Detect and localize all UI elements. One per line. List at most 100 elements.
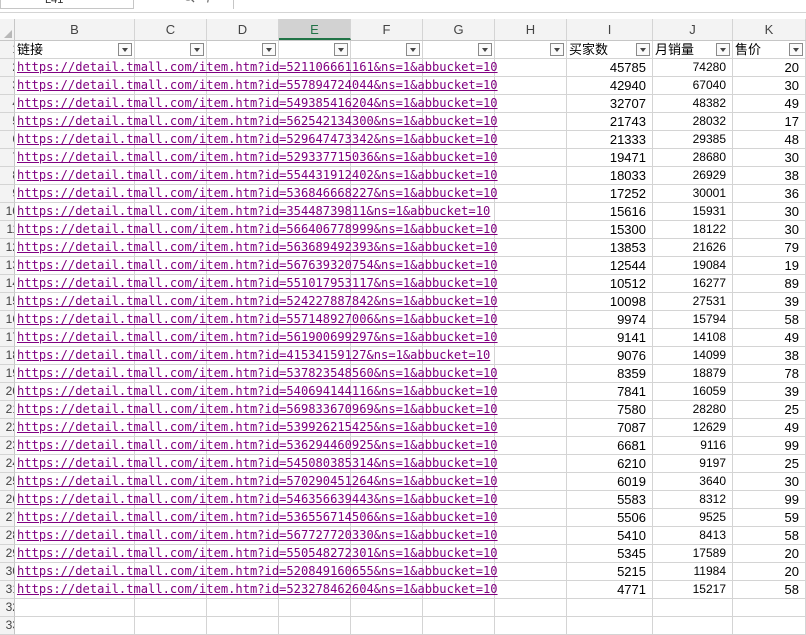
cell-empty[interactable] bbox=[495, 131, 567, 149]
cell-monthly-sales[interactable]: 16277 bbox=[653, 275, 733, 293]
cell-monthly-sales[interactable]: 28680 bbox=[653, 149, 733, 167]
cell-buyers[interactable]: 5583 bbox=[567, 491, 653, 509]
cell-monthly-sales[interactable]: 28032 bbox=[653, 113, 733, 131]
cell-empty[interactable] bbox=[495, 563, 567, 581]
fx-icon[interactable]: fx bbox=[207, 0, 217, 3]
cell-monthly-sales[interactable]: 9197 bbox=[653, 455, 733, 473]
row-number[interactable]: 10 bbox=[0, 203, 15, 221]
header-cell-c[interactable] bbox=[135, 41, 207, 59]
cell-empty[interactable] bbox=[733, 617, 806, 635]
cell-monthly-sales[interactable]: 28280 bbox=[653, 401, 733, 419]
cell-price[interactable]: 59 bbox=[733, 509, 806, 527]
cell-empty[interactable] bbox=[495, 473, 567, 491]
cell-buyers[interactable]: 45785 bbox=[567, 59, 653, 77]
cell-price[interactable]: 99 bbox=[733, 437, 806, 455]
header-cell-i[interactable]: 买家数 bbox=[567, 41, 653, 59]
cell-empty[interactable] bbox=[495, 275, 567, 293]
cell-buyers[interactable]: 42940 bbox=[567, 77, 653, 95]
cell-price[interactable]: 30 bbox=[733, 221, 806, 239]
row-number[interactable]: 29 bbox=[0, 545, 15, 563]
cell-buyers[interactable]: 21333 bbox=[567, 131, 653, 149]
cell-monthly-sales[interactable]: 3640 bbox=[653, 473, 733, 491]
row-number[interactable]: 19 bbox=[0, 365, 15, 383]
cell-monthly-sales[interactable]: 18879 bbox=[653, 365, 733, 383]
column-header-b[interactable]: B bbox=[15, 19, 135, 40]
cell-empty[interactable] bbox=[495, 383, 567, 401]
row-number[interactable]: 18 bbox=[0, 347, 15, 365]
cell-monthly-sales[interactable]: 8413 bbox=[653, 527, 733, 545]
row-number[interactable]: 33 bbox=[0, 617, 15, 635]
row-number[interactable]: 4 bbox=[0, 95, 15, 113]
cell-monthly-sales[interactable]: 14108 bbox=[653, 329, 733, 347]
select-all-corner[interactable] bbox=[0, 19, 15, 40]
cell-empty[interactable] bbox=[279, 617, 351, 635]
cell-b[interactable]: https://detail.tmall.com/item.htm?id=354… bbox=[15, 203, 490, 221]
cell-empty[interactable] bbox=[495, 365, 567, 383]
search-icon[interactable] bbox=[184, 0, 195, 3]
cell-monthly-sales[interactable]: 27531 bbox=[653, 293, 733, 311]
cell-empty[interactable] bbox=[351, 599, 423, 617]
cell-b[interactable]: https://detail.tmall.com/item.htm?id=521… bbox=[15, 59, 498, 77]
row-number[interactable]: 6 bbox=[0, 131, 15, 149]
cell-empty[interactable] bbox=[351, 617, 423, 635]
column-header-g[interactable]: G bbox=[423, 19, 495, 40]
cell-empty[interactable] bbox=[495, 527, 567, 545]
product-link[interactable]: https://detail.tmall.com/item.htm?id=563… bbox=[17, 239, 498, 256]
cell-empty[interactable] bbox=[15, 599, 135, 617]
product-link[interactable]: https://detail.tmall.com/item.htm?id=529… bbox=[17, 149, 498, 166]
cell-price[interactable]: 38 bbox=[733, 347, 806, 365]
cell-monthly-sales[interactable]: 17589 bbox=[653, 545, 733, 563]
cell-price[interactable]: 89 bbox=[733, 275, 806, 293]
cell-b[interactable]: https://detail.tmall.com/item.htm?id=523… bbox=[15, 581, 498, 599]
cell-monthly-sales[interactable]: 14099 bbox=[653, 347, 733, 365]
row-number[interactable]: 21 bbox=[0, 401, 15, 419]
cell-b[interactable]: https://detail.tmall.com/item.htm?id=557… bbox=[15, 77, 498, 95]
row-number[interactable]: 9 bbox=[0, 185, 15, 203]
row-number[interactable]: 24 bbox=[0, 455, 15, 473]
cell-monthly-sales[interactable]: 74280 bbox=[653, 59, 733, 77]
cell-monthly-sales[interactable]: 9116 bbox=[653, 437, 733, 455]
product-link[interactable]: https://detail.tmall.com/item.htm?id=536… bbox=[17, 509, 498, 526]
formula-input[interactable] bbox=[233, 0, 806, 9]
name-box[interactable]: L41 bbox=[0, 0, 134, 9]
cell-monthly-sales[interactable]: 18122 bbox=[653, 221, 733, 239]
cell-empty[interactable] bbox=[495, 59, 567, 77]
row-number[interactable]: 22 bbox=[0, 419, 15, 437]
cell-buyers[interactable]: 8359 bbox=[567, 365, 653, 383]
cell-price[interactable]: 48 bbox=[733, 131, 806, 149]
cell-buyers[interactable]: 18033 bbox=[567, 167, 653, 185]
product-link[interactable]: https://detail.tmall.com/item.htm?id=554… bbox=[17, 167, 498, 184]
cell-empty[interactable] bbox=[495, 257, 567, 275]
cell-price[interactable]: 30 bbox=[733, 473, 806, 491]
row-number[interactable]: 7 bbox=[0, 149, 15, 167]
cell-monthly-sales[interactable]: 16059 bbox=[653, 383, 733, 401]
cell-monthly-sales[interactable]: 11984 bbox=[653, 563, 733, 581]
product-link[interactable]: https://detail.tmall.com/item.htm?id=567… bbox=[17, 527, 498, 544]
cell-empty[interactable] bbox=[495, 203, 567, 221]
cell-b[interactable]: https://detail.tmall.com/item.htm?id=520… bbox=[15, 563, 498, 581]
cell-b[interactable]: https://detail.tmall.com/item.htm?id=549… bbox=[15, 95, 498, 113]
column-header-i[interactable]: I bbox=[567, 19, 653, 40]
cell-monthly-sales[interactable]: 12629 bbox=[653, 419, 733, 437]
column-header-d[interactable]: D bbox=[207, 19, 279, 40]
cell-buyers[interactable]: 21743 bbox=[567, 113, 653, 131]
cell-empty[interactable] bbox=[733, 599, 806, 617]
cell-b[interactable]: https://detail.tmall.com/item.htm?id=550… bbox=[15, 545, 498, 563]
cell-b[interactable]: https://detail.tmall.com/item.htm?id=536… bbox=[15, 185, 498, 203]
cell-empty[interactable] bbox=[279, 599, 351, 617]
cell-empty[interactable] bbox=[207, 617, 279, 635]
cell-price[interactable]: 79 bbox=[733, 239, 806, 257]
cell-b[interactable]: https://detail.tmall.com/item.htm?id=551… bbox=[15, 275, 498, 293]
cell-empty[interactable] bbox=[495, 419, 567, 437]
cell-empty[interactable] bbox=[495, 509, 567, 527]
cell-empty[interactable] bbox=[495, 581, 567, 599]
cell-buyers[interactable]: 10098 bbox=[567, 293, 653, 311]
cell-price[interactable]: 58 bbox=[733, 527, 806, 545]
product-link[interactable]: https://detail.tmall.com/item.htm?id=551… bbox=[17, 275, 498, 292]
cell-price[interactable]: 25 bbox=[733, 455, 806, 473]
cell-monthly-sales[interactable]: 26929 bbox=[653, 167, 733, 185]
cell-b[interactable]: https://detail.tmall.com/item.htm?id=529… bbox=[15, 131, 498, 149]
cell-empty[interactable] bbox=[495, 329, 567, 347]
cell-buyers[interactable]: 12544 bbox=[567, 257, 653, 275]
product-link[interactable]: https://detail.tmall.com/item.htm?id=549… bbox=[17, 95, 498, 112]
